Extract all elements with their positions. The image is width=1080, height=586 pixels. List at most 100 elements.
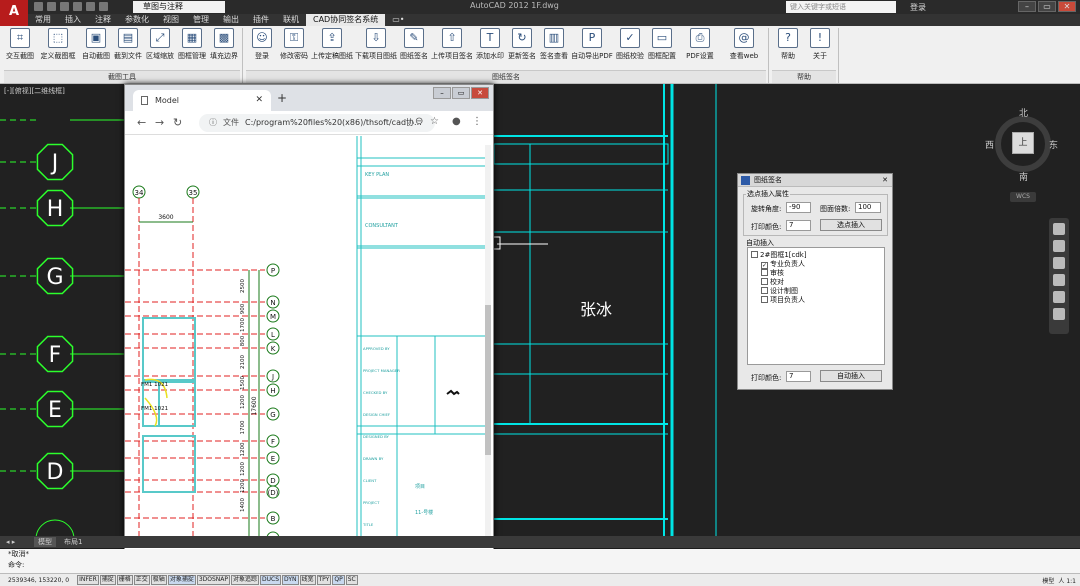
menu-tab[interactable]: CAD协同签名系统	[306, 14, 386, 26]
vertical-scrollbar[interactable]	[485, 145, 491, 545]
status-toggle[interactable]: SC	[345, 575, 358, 585]
browser-close-icon[interactable]: ✕	[471, 87, 489, 99]
ribbon-button[interactable]: T 添加水印	[474, 28, 506, 68]
status-toggle[interactable]: TPY	[316, 575, 332, 585]
ribbon-button[interactable]: ? 帮助	[772, 28, 804, 68]
status-toggle[interactable]: 极轴	[150, 575, 167, 585]
menu-tab[interactable]: 联机	[276, 14, 306, 26]
redo-icon[interactable]	[99, 2, 108, 11]
print-color-input[interactable]: 7	[786, 220, 811, 231]
compass-west[interactable]: 西	[985, 138, 994, 151]
ribbon-button[interactable]: ⇧ 上传项目签名	[430, 28, 474, 68]
scale-input[interactable]: 100	[855, 202, 881, 213]
status-toggle[interactable]: INFER	[77, 575, 99, 585]
ribbon-button[interactable]: ▥ 签名查看	[538, 28, 570, 68]
status-toggle[interactable]: 3DOSNAP	[196, 575, 231, 585]
navbar-menu-icon[interactable]	[1053, 308, 1065, 320]
steering-wheel-icon[interactable]	[1053, 223, 1065, 235]
ribbon-button[interactable]: @ 查看web	[722, 28, 766, 68]
ribbon-button[interactable]: ▩ 填充边界	[208, 28, 240, 68]
pdf-viewer[interactable]: 34353600PNMLKJHGFED(D)BA2500900170080021…	[125, 136, 493, 546]
app-logo[interactable]: A	[0, 0, 28, 26]
pan-icon[interactable]	[1053, 240, 1065, 252]
ribbon-button[interactable]: ⇩ 下载项目图纸	[354, 28, 398, 68]
menu-icon[interactable]: ⋮	[472, 116, 482, 127]
address-bar[interactable]: ⓘ 文件 C:/program%20files%20(x86)/thsoft/cad…	[199, 114, 435, 132]
search-input[interactable]: 键入关键字或短语	[786, 1, 896, 13]
ribbon-button[interactable]: ⎙ PDF设置	[678, 28, 722, 68]
tab-model[interactable]: 模型	[34, 537, 56, 547]
viewcube[interactable]: 北 西 东 南 上 WCS	[985, 102, 1065, 202]
undo-icon[interactable]	[86, 2, 95, 11]
status-toggle[interactable]: 捕捉	[99, 575, 116, 585]
menu-tab[interactable]: 插件	[246, 14, 276, 26]
showmotion-icon[interactable]	[1053, 291, 1065, 303]
save-icon[interactable]	[60, 2, 69, 11]
ribbon-button[interactable]: P 自动导出PDF	[570, 28, 614, 68]
browser-minimize-icon[interactable]: –	[433, 87, 451, 99]
star-icon[interactable]: ☆	[430, 116, 439, 127]
viewport-controls[interactable]: [-][俯视][二维线框]	[4, 86, 65, 96]
maximize-icon[interactable]: ▭	[1038, 1, 1056, 12]
ribbon-button[interactable]: ▭ 图框配置	[646, 28, 678, 68]
status-toggle[interactable]: DYN	[282, 575, 299, 585]
zoom-icon[interactable]	[1053, 257, 1065, 269]
ribbon-button[interactable]: ⤢ 区域缩放	[144, 28, 176, 68]
tree-node[interactable]: 项目负责人	[761, 295, 805, 305]
close-icon[interactable]: ✕	[1058, 1, 1076, 12]
command-line[interactable]: *取消* 命令:	[0, 549, 1080, 573]
rotation-input[interactable]: -90	[786, 202, 811, 213]
print-icon[interactable]	[73, 2, 82, 11]
auto-insert-button[interactable]: 自动插入	[820, 370, 882, 382]
model-space-toggle[interactable]: 模型	[1042, 576, 1054, 585]
tree-checkbox[interactable]	[751, 251, 758, 258]
workspace-select[interactable]: 草图与注释	[133, 1, 225, 13]
browser-tab[interactable]: Model ✕	[133, 90, 271, 111]
ribbon-button[interactable]: ⇪ 上传定稿图纸	[310, 28, 354, 68]
zoom-icon[interactable]: ⊖	[415, 116, 423, 127]
ribbon-button[interactable]: ⬚ 定义截图框	[36, 28, 80, 68]
back-icon[interactable]: ←	[137, 116, 146, 129]
new-tab-icon[interactable]: +	[275, 92, 289, 106]
ribbon-button[interactable]: ☺ 登录	[246, 28, 278, 68]
compass-south[interactable]: 南	[1019, 170, 1028, 183]
frame-tree[interactable]: 2#图框1[cdk] ✓ 专业负责人 审核 校对 设计制图 项目负责人	[747, 247, 885, 365]
menu-tab[interactable]: 注释	[88, 14, 118, 26]
menu-tab[interactable]: ▭•	[385, 14, 411, 26]
viewcube-top-face[interactable]: 上	[1012, 132, 1034, 154]
ribbon-button[interactable]: ▦ 图框管理	[176, 28, 208, 68]
status-toggle[interactable]: 对象捕捉	[167, 575, 196, 585]
tree-checkbox[interactable]	[761, 287, 768, 294]
status-toggle[interactable]: 线宽	[299, 575, 316, 585]
annotation-scale[interactable]: 人 1:1	[1058, 576, 1076, 585]
minimize-icon[interactable]: –	[1018, 1, 1036, 12]
menu-tab[interactable]: 视图	[156, 14, 186, 26]
info-icon[interactable]: ⓘ	[209, 118, 217, 127]
forward-icon[interactable]: →	[155, 116, 164, 129]
wcs-menu[interactable]: WCS	[1010, 192, 1036, 202]
login-link[interactable]: 登录	[910, 2, 926, 13]
open-icon[interactable]	[47, 2, 56, 11]
close-tab-icon[interactable]: ✕	[255, 90, 263, 111]
pick-insert-button[interactable]: 选点插入	[820, 219, 882, 231]
ribbon-button[interactable]: ▤ 截到文件	[112, 28, 144, 68]
menu-tab[interactable]: 管理	[186, 14, 216, 26]
tree-checkbox[interactable]	[761, 269, 768, 276]
command-prompt[interactable]: 命令:	[0, 560, 1080, 571]
menu-tab[interactable]: 参数化	[118, 14, 156, 26]
ribbon-button[interactable]: ▣ 自动截图	[80, 28, 112, 68]
ribbon-button[interactable]: ⌗ 交互截图	[4, 28, 36, 68]
ribbon-button[interactable]: ! 关于	[804, 28, 836, 68]
profile-icon[interactable]: ●	[452, 116, 461, 127]
tab-layout1[interactable]: 布局1	[60, 537, 86, 547]
print-color-input-2[interactable]: 7	[786, 371, 811, 382]
status-toggle[interactable]: 对象追踪	[231, 575, 260, 585]
orbit-icon[interactable]	[1053, 274, 1065, 286]
browser-maximize-icon[interactable]: ▭	[452, 87, 470, 99]
new-icon[interactable]	[34, 2, 43, 11]
ribbon-button[interactable]: ✎ 图纸签名	[398, 28, 430, 68]
ribbon-button[interactable]: ⚿ 修改密码	[278, 28, 310, 68]
status-toggle[interactable]: 栅格	[116, 575, 133, 585]
status-toggle[interactable]: DUCS	[260, 575, 282, 585]
scroll-thumb[interactable]	[485, 305, 491, 455]
